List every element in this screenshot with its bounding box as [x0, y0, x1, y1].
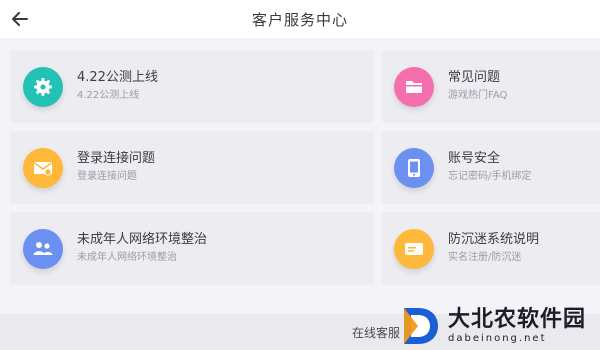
item-subtitle: 游戏热门FAQ: [448, 90, 508, 101]
service-item-account-security[interactable]: 账号安全 忘记密码/手机绑定: [382, 131, 600, 204]
item-subtitle: 实名注册/防沉迷: [448, 252, 522, 263]
service-item-anti-addiction[interactable]: 防沉迷系统说明 实名注册/防沉迷: [382, 212, 600, 285]
item-subtitle: 未成年人网络环境整治: [77, 252, 177, 263]
item-title: 常见问题: [448, 70, 501, 85]
service-item-login-issues[interactable]: 登录连接问题 登录连接问题: [10, 131, 374, 204]
folder-icon: [394, 66, 434, 107]
service-item-faq[interactable]: 常见问题 游戏热门FAQ: [382, 50, 600, 123]
users-icon: [23, 228, 63, 269]
top-bar: 客户服务中心: [0, 0, 600, 38]
item-subtitle: 忘记密码/手机绑定: [448, 171, 532, 182]
page-title: 客户服务中心: [251, 10, 348, 29]
watermark-name: 大北农软件园: [448, 307, 587, 332]
gear-icon: [23, 66, 63, 107]
service-item-beta-launch[interactable]: 4.22公测上线 4.22公测上线: [10, 50, 374, 123]
back-button[interactable]: [8, 7, 32, 31]
mail-icon: [23, 147, 63, 188]
tablet-icon: [394, 147, 434, 188]
item-title: 账号安全: [448, 151, 501, 166]
item-title: 登录连接问题: [77, 151, 156, 166]
watermark-domain: dabeinong.net: [448, 333, 547, 344]
watermark: 大北农软件园 dabeinong.net: [398, 302, 598, 350]
arrow-left-icon: [12, 12, 28, 26]
watermark-logo: [404, 308, 438, 344]
item-title: 防沉迷系统说明: [448, 232, 540, 247]
service-item-minor-protection[interactable]: 未成年人网络环境整治 未成年人网络环境整治: [10, 212, 374, 285]
online-service-button[interactable]: 在线客服: [352, 324, 400, 341]
id-card-icon: [394, 228, 434, 269]
item-title: 4.22公测上线: [77, 70, 158, 85]
item-subtitle: 4.22公测上线: [77, 90, 140, 101]
item-title: 未成年人网络环境整治: [77, 232, 208, 247]
item-subtitle: 登录连接问题: [77, 171, 137, 182]
